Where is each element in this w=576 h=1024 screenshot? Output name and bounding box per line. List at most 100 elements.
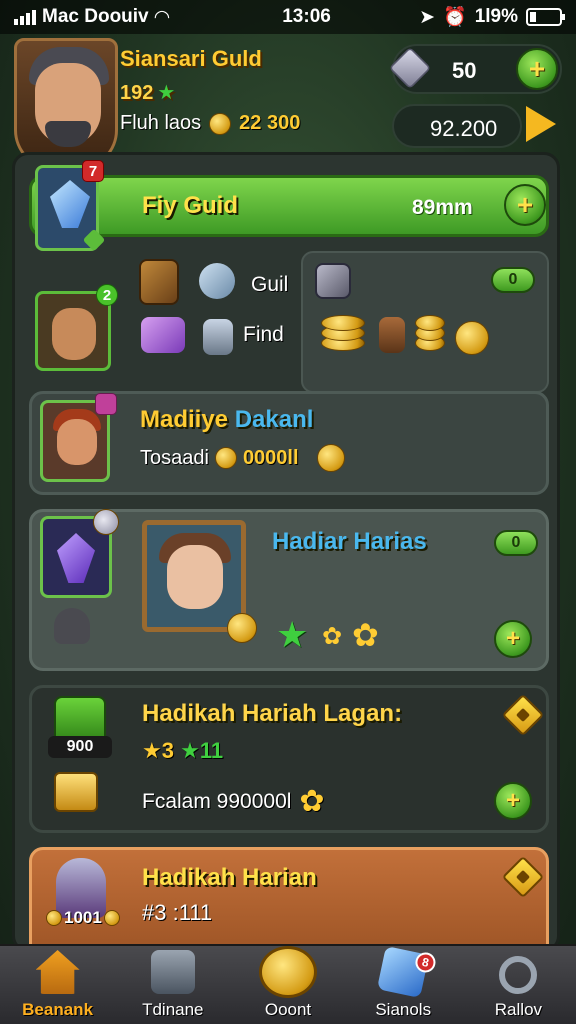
scroll-icon	[315, 263, 351, 299]
featured-badge: 7	[82, 160, 104, 182]
avatar-beard	[45, 121, 91, 147]
nav-item-inventory[interactable]: Tdinane	[115, 946, 230, 1024]
compass-icon	[259, 946, 317, 998]
add-gems-button[interactable]: +	[516, 48, 558, 90]
bottom-nav: Beanank Tdinane Ooont 8 Sianols Rallov	[0, 944, 576, 1024]
purple-crystal-icon	[141, 317, 185, 353]
alarm-icon: ⏰	[443, 7, 467, 28]
daily2-title: Hadiar Harias	[272, 528, 427, 555]
hero-face	[167, 545, 223, 609]
crystal-icon: 8	[377, 945, 438, 999]
daily-card-4[interactable]: 1001 Hadikah Harian #3 :111	[29, 847, 549, 949]
star-icon: ★	[142, 738, 162, 763]
nav-item-search[interactable]: Rallov	[461, 946, 576, 1024]
gold-coin-icon	[455, 321, 489, 355]
loot-card: 2 Guil Find 0	[29, 249, 549, 399]
helm-value-row: 1001	[46, 908, 120, 928]
location-icon: ➤	[419, 6, 436, 28]
club-label: Fluh laos	[120, 112, 202, 134]
daily1-sub-value: 0000ll	[242, 446, 299, 469]
loot-label-guild: Guil	[251, 273, 289, 296]
coin-pile-icon	[415, 315, 445, 353]
nav-item-compass[interactable]: Ooont	[230, 946, 345, 1024]
daily3-add-button[interactable]: +	[494, 782, 532, 820]
loot-badge: 2	[96, 284, 118, 306]
nav-badge: 8	[413, 950, 438, 975]
star-icon: ★	[157, 82, 176, 104]
player-header: Siansari Guld 192 ★ Fluh laos 22 300 50 +…	[0, 34, 576, 170]
gold-coin-icon	[316, 444, 345, 472]
gold-coin-icon	[227, 613, 257, 643]
daily3-stars: ★3 ★11	[142, 738, 223, 764]
daily4-line2: #3 :111	[142, 900, 213, 925]
featured-add-button[interactable]: +	[504, 184, 546, 226]
reward-box: 0	[301, 251, 549, 393]
daily1-sub: Tosaadi 0000ll	[140, 444, 345, 472]
blue-crystal-icon	[50, 180, 90, 228]
purple-gem-frame	[40, 509, 119, 598]
daily4-info-button[interactable]	[501, 855, 545, 899]
chest-value: 900	[48, 736, 112, 758]
daily1-title-blue: Dakanl	[234, 406, 314, 433]
daily-card-1[interactable]: Madiiye Dakanl Tosaadi 0000ll	[29, 391, 549, 495]
home-icon	[35, 950, 80, 994]
featured-guild-card[interactable]: Fiy Guid 89mm +	[29, 175, 549, 237]
loot-label-find: Find	[243, 323, 284, 346]
play-arrow-button[interactable]	[526, 106, 556, 142]
status-right: ➤ ⏰ 1l9%	[419, 5, 565, 29]
nav-label-inventory: Tdinane	[142, 1000, 204, 1019]
shield-icon	[54, 608, 90, 644]
silver-coin-icon	[93, 509, 119, 535]
club-row: Fluh laos 22 300	[120, 112, 300, 135]
signal-icon	[14, 9, 36, 25]
nav-label-search: Rallov	[494, 1000, 543, 1019]
treasure-icon	[139, 259, 179, 305]
gold-chest-icon	[54, 772, 98, 812]
coin-icon	[46, 910, 62, 926]
status-time: 13:06	[282, 6, 331, 27]
status-bar: Mac Doouiv ◠ 13:06 ➤ ⏰ 1l9%	[0, 0, 576, 34]
green-star-icon: ★	[180, 738, 200, 763]
gold-counter: 92.200	[392, 104, 522, 148]
nav-item-crystal[interactable]: 8 Sianols	[346, 945, 461, 1024]
daily-card-2[interactable]: Hadiar Harias 0 ★ ✿ ✿ +	[29, 509, 549, 671]
player-avatar[interactable]	[14, 38, 118, 170]
purple-crystal-icon	[57, 533, 95, 583]
featured-title: Fiy Guid	[142, 192, 238, 219]
daily3-star-count: 3	[161, 738, 174, 763]
silver-bar-icon	[203, 319, 233, 355]
player-name: Siansari Guld	[120, 46, 262, 71]
daily2-add-button[interactable]: +	[494, 620, 532, 658]
silver-gem-icon	[199, 263, 235, 299]
hero-portrait	[142, 520, 257, 643]
coin-icon	[214, 447, 237, 469]
carrier-name: Mac Doouiv	[42, 6, 149, 27]
daily3-info-button[interactable]	[501, 693, 545, 737]
portrait-face	[52, 308, 96, 360]
nav-label-home: Beanank	[22, 1000, 94, 1019]
daily1-badge-icon	[95, 393, 117, 415]
player-level: 192 ★	[120, 80, 175, 105]
daily3-green-value: 11	[199, 738, 224, 763]
inventory-icon	[150, 950, 195, 994]
wood-icon	[379, 317, 405, 353]
battery-icon	[526, 8, 565, 26]
coin-icon	[103, 910, 120, 926]
daily4-title: Hadikah Harian	[142, 864, 317, 891]
reward-count: 0	[491, 267, 535, 293]
nav-item-home[interactable]: Beanank	[0, 946, 115, 1024]
daily-card-3[interactable]: 900 Hadikah Hariah Lagan: ★3 ★11 Fcalam …	[29, 685, 549, 833]
gem-icon	[388, 46, 432, 90]
gold-star-icon: ✿	[322, 623, 343, 650]
gem-counter: 50 +	[388, 44, 562, 94]
gold-flower-icon: ✿	[299, 785, 325, 818]
helm-value: 1001	[64, 908, 102, 927]
loot-portrait[interactable]: 2	[35, 284, 118, 371]
featured-timer: 89mm	[412, 196, 473, 219]
featured-item-frame[interactable]: 7	[35, 160, 106, 252]
daily3-line3: Fcalam 990000l ✿	[142, 784, 325, 819]
daily3-line3-text: Fcalam 990000l	[142, 789, 292, 813]
gold-value: 92.200	[430, 116, 498, 141]
gold-flower-icon: ✿	[352, 617, 379, 653]
daily1-sub-label: Tosaadi	[140, 446, 209, 469]
